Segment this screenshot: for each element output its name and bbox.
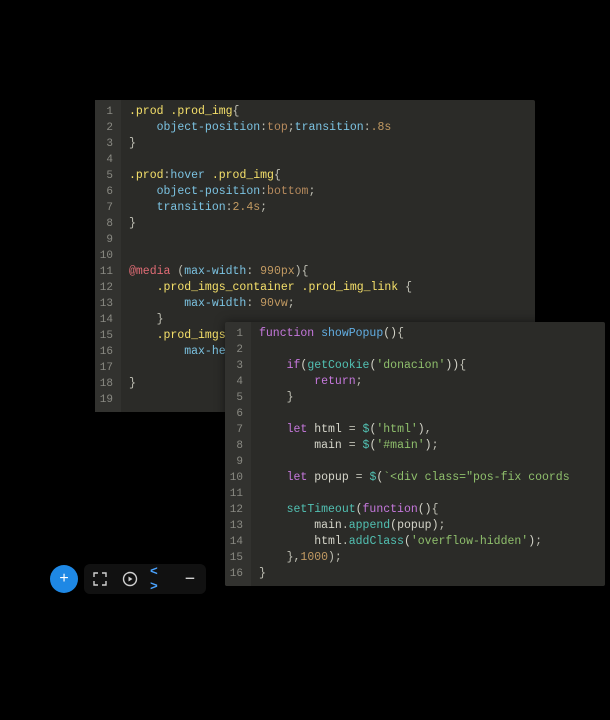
fullscreen-icon <box>93 572 107 586</box>
collapse-button[interactable]: — <box>180 569 200 589</box>
js-gutter: 12345678910111213141516 <box>225 322 251 586</box>
code-button[interactable]: < > <box>150 569 170 589</box>
add-button[interactable]: + <box>50 565 78 593</box>
css-gutter: 12345678910111213141516171819 <box>95 100 121 412</box>
fullscreen-button[interactable] <box>90 569 110 589</box>
play-icon <box>122 571 138 587</box>
minus-icon: — <box>186 571 194 587</box>
js-editor-panel: 12345678910111213141516 function showPop… <box>225 322 605 586</box>
floating-toolbar: + < > — <box>50 564 206 594</box>
plus-icon: + <box>59 570 69 588</box>
play-button[interactable] <box>120 569 140 589</box>
code-icon: < > <box>150 564 170 594</box>
js-code[interactable]: function showPopup(){ if(getCookie('dona… <box>251 322 578 586</box>
toolbar-group: < > — <box>84 564 206 594</box>
